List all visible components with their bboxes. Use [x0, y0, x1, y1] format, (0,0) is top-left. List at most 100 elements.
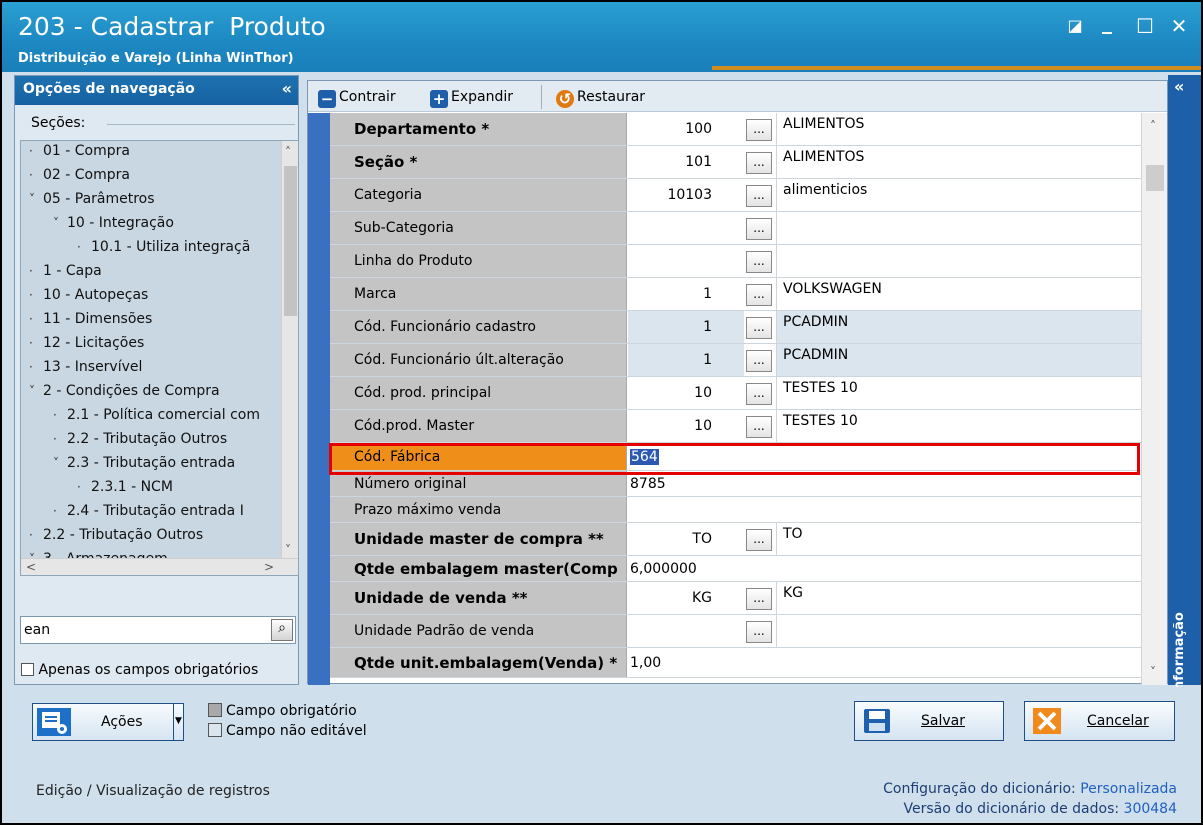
- field-code-input[interactable]: 100: [628, 113, 744, 145]
- field-description: [776, 615, 1141, 647]
- lookup-button[interactable]: ...: [746, 152, 772, 174]
- scroll-down-icon[interactable]: ˅: [285, 543, 291, 557]
- section-search-input[interactable]: [24, 620, 264, 640]
- field-value-input[interactable]: 6,000000: [630, 556, 697, 581]
- field-code-input[interactable]: 101: [628, 146, 744, 178]
- field-code-input[interactable]: 1: [628, 311, 744, 343]
- expand-toggle-icon[interactable]: ˅: [53, 456, 67, 470]
- field-code-input[interactable]: [628, 212, 744, 244]
- scroll-right-icon[interactable]: >: [264, 560, 274, 574]
- lookup-button[interactable]: ...: [746, 588, 772, 610]
- field-code-input[interactable]: 10103: [628, 179, 744, 211]
- field-label: Qtde embalagem master(Comp: [330, 556, 627, 581]
- field-code-input[interactable]: KG: [628, 582, 744, 614]
- tree-horizontal-scrollbar[interactable]: < >: [21, 558, 298, 575]
- lookup-button[interactable]: ...: [746, 251, 772, 273]
- search-button[interactable]: ⌕: [271, 619, 293, 641]
- minimize-button[interactable]: _: [1096, 10, 1118, 34]
- tree-item[interactable]: · 11 - Dimensões: [29, 311, 152, 333]
- collapse-info-icon[interactable]: «: [1174, 77, 1184, 96]
- tree-connector: ·: [53, 408, 57, 422]
- lookup-button[interactable]: ...: [746, 350, 772, 372]
- tree-item[interactable]: · 01 - Compra: [29, 143, 130, 165]
- required-only-checkbox[interactable]: [21, 663, 34, 676]
- field-code-input[interactable]: [628, 615, 744, 647]
- field-code-input[interactable]: 10: [628, 377, 744, 409]
- expand-toggle-icon[interactable]: ˅: [53, 216, 67, 230]
- tree-item[interactable]: · 12 - Licitações: [29, 335, 144, 357]
- lookup-button[interactable]: ...: [746, 218, 772, 240]
- tree-item[interactable]: · 10 - Autopeças: [29, 287, 148, 309]
- field-row: Qtde embalagem master(Comp 6,000000: [330, 556, 1141, 582]
- lookup-button[interactable]: ...: [746, 383, 772, 405]
- tree-item[interactable]: · 02 - Compra: [29, 167, 130, 189]
- expand-label: Expandir: [451, 89, 514, 105]
- restore-button[interactable]: ↺ Restaurar: [556, 86, 645, 108]
- tree-item-label: 2.4 - Tributação entrada I: [67, 503, 244, 519]
- field-row: Cód. prod. principal 10... TESTES 10: [330, 377, 1141, 410]
- field-code-input[interactable]: TO: [628, 523, 744, 555]
- tree-item[interactable]: · 1 - Capa: [29, 263, 102, 285]
- tree-item[interactable]: · 2.1 - Política comercial com: [53, 407, 260, 429]
- info-panel-label[interactable]: Informação: [1172, 575, 1201, 695]
- field-code-input[interactable]: [628, 245, 744, 277]
- lookup-button[interactable]: ...: [746, 529, 772, 551]
- field-description: ALIMENTOS: [776, 113, 1141, 145]
- sections-label: Seções:: [31, 115, 90, 131]
- save-button[interactable]: Salvar: [854, 701, 1004, 741]
- tree-connector: ·: [29, 528, 33, 542]
- tree-vertical-scrollbar[interactable]: ˄ ˅: [281, 141, 298, 559]
- cancel-button[interactable]: Cancelar: [1024, 701, 1175, 741]
- tree-item[interactable]: · 2.4 - Tributação entrada I: [53, 503, 244, 525]
- collapse-button[interactable]: − Contrair: [318, 86, 396, 108]
- field-code-input[interactable]: 1: [628, 278, 744, 310]
- restore-window-icon[interactable]: ◪: [1064, 16, 1086, 35]
- grid-scroll-down-icon[interactable]: ˅: [1150, 665, 1156, 679]
- field-value-input[interactable]: 1,00: [630, 648, 661, 677]
- tree-item[interactable]: · 13 - Inservível: [29, 359, 142, 381]
- sections-tree: · 01 - Compra · 02 - Compra ˅ 05 - Parâmetros…: [20, 140, 299, 576]
- required-only-option[interactable]: Apenas os campos obrigatórios: [21, 662, 258, 678]
- scroll-left-icon[interactable]: <: [26, 560, 36, 574]
- title-bar: 203 - Cadastrar Produto Distribuição e V…: [2, 2, 1201, 72]
- field-row: Cód. Funcionário últ.alteração 1... PCADMI…: [330, 344, 1141, 377]
- tree-item[interactable]: ˅ 2.3 - Tributação entrada: [53, 455, 235, 477]
- tree-item[interactable]: ˅ 05 - Parâmetros: [29, 191, 155, 213]
- tree-item[interactable]: · 2.2 - Tributação Outros: [29, 527, 203, 549]
- tree-connector: ·: [29, 264, 33, 278]
- collapse-nav-icon[interactable]: «: [282, 79, 292, 98]
- field-code-input[interactable]: 10: [628, 410, 744, 442]
- required-swatch: [208, 703, 222, 717]
- grid-scroll-thumb[interactable]: [1146, 165, 1164, 191]
- grid-scroll-up-icon[interactable]: ˄: [1150, 119, 1156, 133]
- scroll-up-icon[interactable]: ˄: [285, 145, 291, 159]
- grid-scrollbar[interactable]: ˄ ˅: [1141, 113, 1167, 685]
- actions-dropdown-icon[interactable]: ▼: [173, 704, 183, 740]
- tree-scroll-thumb[interactable]: [284, 166, 297, 316]
- tree-item[interactable]: ˅ 2 - Condições de Compra: [29, 383, 220, 405]
- field-label: Prazo máximo venda: [330, 497, 627, 522]
- expand-button[interactable]: + Expandir: [430, 86, 513, 108]
- lookup-button[interactable]: ...: [746, 416, 772, 438]
- legend-readonly-label: Campo não editável: [226, 723, 367, 739]
- tree-connector: ·: [29, 336, 33, 350]
- lookup-button[interactable]: ...: [746, 284, 772, 306]
- lookup-button[interactable]: ...: [746, 317, 772, 339]
- tree-item[interactable]: · 10.1 - Utiliza integraçã: [77, 239, 250, 261]
- lookup-button[interactable]: ...: [746, 185, 772, 207]
- expand-toggle-icon[interactable]: ˅: [29, 384, 43, 398]
- close-button[interactable]: ✕: [1168, 14, 1190, 38]
- tree-item[interactable]: ˅ 10 - Integração: [53, 215, 174, 237]
- dictionary-version-value: 300484: [1123, 801, 1177, 817]
- field-description: TO: [776, 523, 1141, 555]
- field-description: ALIMENTOS: [776, 146, 1141, 178]
- expand-toggle-icon[interactable]: ˅: [29, 192, 43, 206]
- field-code-input[interactable]: 1: [628, 344, 744, 376]
- tree-item[interactable]: · 2.3.1 - NCM: [77, 479, 173, 501]
- maximize-button[interactable]: ☐: [1134, 14, 1156, 38]
- lookup-button[interactable]: ...: [746, 621, 772, 643]
- lookup-button[interactable]: ...: [746, 119, 772, 141]
- info-panel[interactable]: « Informação: [1168, 75, 1201, 695]
- tree-item[interactable]: · 2.2 - Tributação Outros: [53, 431, 227, 453]
- actions-button[interactable]: Ações ▼: [32, 703, 184, 741]
